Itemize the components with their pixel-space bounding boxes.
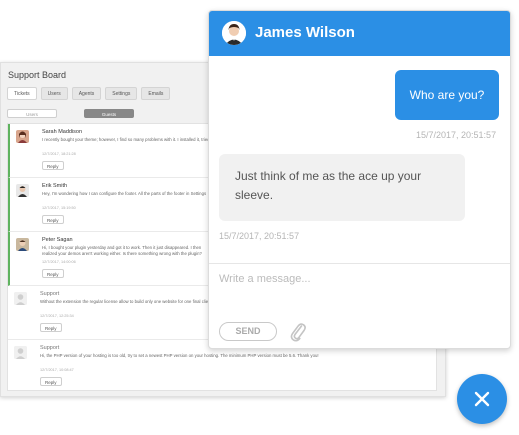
filter-guests-button[interactable]: Guests (84, 109, 134, 118)
ticket-author: Support (40, 345, 60, 351)
ticket-author: Erik Smith (42, 183, 68, 189)
reply-button[interactable]: Reply (42, 215, 64, 224)
board-title: Support Board (8, 70, 67, 80)
contact-avatar (222, 21, 246, 45)
reply-button[interactable]: Reply (42, 161, 64, 170)
chat-window: James Wilson Who are you? 15/7/2017, 20:… (208, 10, 511, 349)
app-stage: Support Board Tickets Users Agents Setti… (0, 0, 519, 435)
avatar (16, 238, 29, 251)
ticket-preview: Hey, I'm wondering how I can configure t… (42, 191, 207, 196)
filter-users-button[interactable]: Users (7, 109, 57, 118)
avatar (16, 184, 29, 197)
paperclip-icon[interactable] (289, 320, 307, 342)
ticket-author: Peter Sagan (42, 237, 73, 243)
ticket-timestamp: 12/7/2017, 10:08:47 (40, 368, 74, 372)
incoming-message-time: 15/7/2017, 20:51:57 (219, 231, 300, 241)
tab-tickets[interactable]: Tickets (7, 87, 37, 100)
reply-button[interactable]: Reply (40, 377, 62, 386)
ticket-preview: Hi, the PHP version of your hosting is t… (40, 353, 319, 358)
composer-divider (209, 263, 510, 264)
reply-button[interactable]: Reply (40, 323, 62, 332)
ticket-timestamp: 12/7/2017, 12:25:34 (40, 314, 74, 318)
board-tabs: Tickets Users Agents Settings Emails (7, 87, 171, 100)
chat-header: James Wilson (209, 11, 510, 56)
tab-emails[interactable]: Emails (141, 87, 171, 100)
close-chat-button[interactable] (457, 374, 507, 424)
message-input[interactable]: Write a message... (219, 273, 311, 285)
tab-agents[interactable]: Agents (71, 87, 102, 100)
ticket-preview: I recently bought your theme; however, I… (42, 137, 216, 142)
avatar (14, 346, 27, 359)
avatar (14, 292, 27, 305)
ticket-timestamp: 12/7/2017, 15:19:50 (42, 206, 76, 210)
ticket-author: Sarah Maddison (42, 129, 83, 135)
incoming-message: Just think of me as the ace up your slee… (219, 154, 465, 221)
outgoing-message: Who are you? (395, 70, 499, 120)
tab-settings[interactable]: Settings (105, 87, 138, 100)
tab-users[interactable]: Users (40, 87, 68, 100)
ticket-timestamp: 12/7/2017, 18:21:28 (42, 152, 76, 156)
avatar (16, 130, 29, 143)
close-icon (474, 391, 490, 407)
ticket-author: Support (40, 291, 60, 297)
send-button[interactable]: SEND (219, 322, 277, 341)
ticket-preview: Hi, I bought your plugin yesterday and g… (42, 245, 202, 256)
contact-name: James Wilson (255, 24, 355, 41)
outgoing-message-time: 15/7/2017, 20:51:57 (416, 130, 497, 140)
ticket-timestamp: 12/7/2017, 14:00:06 (42, 260, 76, 264)
reply-button[interactable]: Reply (42, 269, 64, 278)
ticket-filters: Users Guests (7, 109, 134, 118)
